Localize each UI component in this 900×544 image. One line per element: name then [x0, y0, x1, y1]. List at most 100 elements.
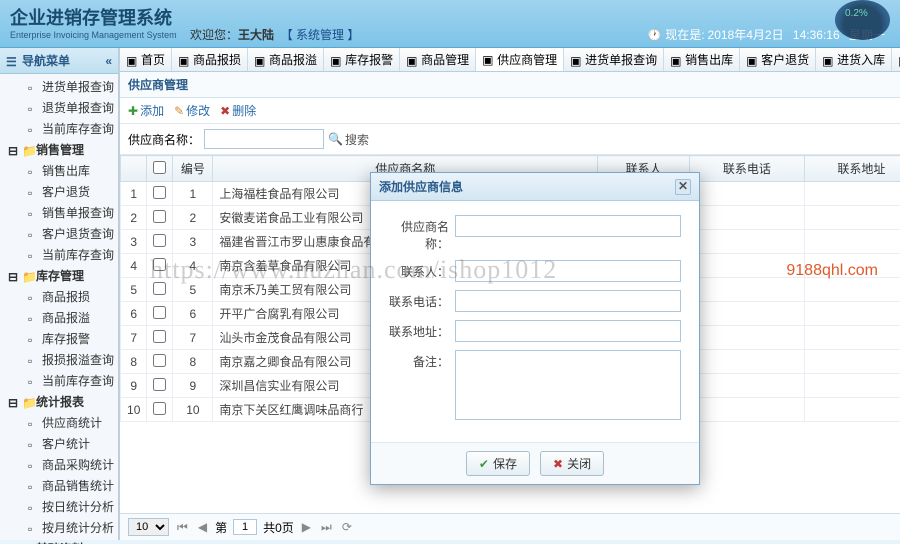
close-button[interactable]: ✖关闭	[540, 451, 604, 476]
pager: 10 ⏮ ◀ 第 共0页 ▶ ⏭ ⟳ 显示1到10,共14记录	[120, 513, 900, 540]
welcome-text: 欢迎您：王大陆 【 系统管理 】	[190, 26, 359, 43]
nav-item[interactable]: ▫客户退货	[0, 181, 118, 202]
tab[interactable]: ▣商品管理	[400, 48, 476, 71]
nav-item[interactable]: ▫库存报警	[0, 328, 118, 349]
dialog-close-button[interactable]: ✕	[675, 179, 691, 195]
item-icon: 📁	[22, 396, 33, 407]
tab[interactable]: ▣首页	[120, 48, 172, 71]
tab[interactable]: ▣进货入库	[816, 48, 892, 71]
row-checkbox[interactable]	[153, 402, 166, 415]
tab[interactable]: ▣库存报警	[324, 48, 400, 71]
tab[interactable]: ▣商品报损	[172, 48, 248, 71]
row-checkbox[interactable]	[153, 258, 166, 271]
field-addr-input[interactable]	[455, 320, 681, 342]
tab[interactable]: ▣商品报溢	[248, 48, 324, 71]
refresh-button[interactable]: ⟳	[340, 520, 354, 534]
field-name-input[interactable]	[455, 215, 681, 237]
field-remark-label: 备注：	[389, 350, 449, 370]
nav-item[interactable]: ▫供应商统计	[0, 412, 118, 433]
nav-item[interactable]: ▫客户统计	[0, 433, 118, 454]
panel-title: 供应商管理	[120, 72, 900, 98]
nav-item[interactable]: ⊟📁销售管理	[0, 139, 118, 160]
page-input[interactable]	[233, 519, 257, 535]
item-icon: ▫	[28, 81, 39, 92]
next-page-button[interactable]: ▶	[300, 520, 313, 534]
add-button[interactable]: ✚添加	[128, 102, 164, 119]
row-checkbox[interactable]	[153, 354, 166, 367]
item-icon: ▫	[28, 480, 39, 491]
select-all-checkbox[interactable]	[153, 161, 166, 174]
nav-item[interactable]: ▫当前库存查询	[0, 244, 118, 265]
column-header[interactable]: 编号	[173, 156, 213, 182]
search-input[interactable]	[204, 129, 324, 149]
column-header[interactable]	[147, 156, 173, 182]
edit-icon: ✎	[174, 104, 184, 118]
tab-icon: ▣	[254, 54, 266, 66]
prev-page-button[interactable]: ◀	[196, 520, 209, 534]
row-checkbox[interactable]	[153, 330, 166, 343]
item-icon: ▫	[28, 354, 39, 365]
nav-item[interactable]: ⊟📁库存管理	[0, 265, 118, 286]
field-remark-input[interactable]	[455, 350, 681, 420]
last-page-button[interactable]: ⏭	[319, 520, 334, 535]
nav-item[interactable]: ⊟📁基础资料	[0, 538, 118, 544]
row-checkbox[interactable]	[153, 186, 166, 199]
toolbar: ✚添加 ✎修改 ✖删除	[120, 98, 900, 124]
nav-item[interactable]: ▫销售出库	[0, 160, 118, 181]
nav-item[interactable]: ▫客户退货查询	[0, 223, 118, 244]
tab-icon: ▣	[406, 54, 418, 66]
nav-item[interactable]: ▫商品报损	[0, 286, 118, 307]
item-icon: ▫	[28, 249, 39, 260]
column-header[interactable]: 联系地址	[804, 156, 900, 182]
item-icon: ▫	[28, 459, 39, 470]
tab[interactable]: ▣退货出库	[892, 48, 900, 71]
row-checkbox[interactable]	[153, 234, 166, 247]
menu-icon: ☰	[6, 55, 18, 67]
nav-item[interactable]: ▫进货单报查询	[0, 76, 118, 97]
row-checkbox[interactable]	[153, 306, 166, 319]
dialog-title-bar[interactable]: 添加供应商信息 ✕	[371, 173, 699, 201]
nav-item[interactable]: ▫按日统计分析	[0, 496, 118, 517]
item-icon: ▫	[28, 438, 39, 449]
column-header[interactable]: 联系电话	[690, 156, 805, 182]
nav-item[interactable]: ▫商品报溢	[0, 307, 118, 328]
tab[interactable]: ▣销售出库	[664, 48, 740, 71]
save-icon: ✔	[479, 457, 489, 471]
nav-item[interactable]: ▫商品销售统计	[0, 475, 118, 496]
nav-item[interactable]: ▫按月统计分析	[0, 517, 118, 538]
item-icon: ▫	[28, 291, 39, 302]
header: 企业进销存管理系统 Enterprise Invoicing Managemen…	[0, 0, 900, 48]
delete-icon: ✖	[220, 104, 230, 118]
tab[interactable]: ▣供应商管理	[476, 48, 564, 72]
search-bar: 供应商名称： 🔍搜索	[120, 124, 900, 155]
nav-item[interactable]: ⊟📁统计报表	[0, 391, 118, 412]
expand-icon: ⊟	[8, 144, 19, 155]
item-icon: ▫	[28, 417, 39, 428]
nav-item[interactable]: ▫报损报溢查询	[0, 349, 118, 370]
item-icon: ▫	[28, 165, 39, 176]
nav-item[interactable]: ▫当前库存查询	[0, 118, 118, 139]
nav-item[interactable]: ▫商品采购统计	[0, 454, 118, 475]
tab[interactable]: ▣客户退货	[740, 48, 816, 71]
first-page-button[interactable]: ⏮	[175, 520, 190, 535]
collapse-icon[interactable]: «	[105, 54, 112, 68]
field-phone-input[interactable]	[455, 290, 681, 312]
nav-item[interactable]: ▫当前库存查询	[0, 370, 118, 391]
save-button[interactable]: ✔保存	[466, 451, 530, 476]
tab-icon: ▣	[746, 54, 758, 66]
search-button[interactable]: 🔍搜索	[328, 131, 369, 148]
row-checkbox[interactable]	[153, 378, 166, 391]
row-checkbox[interactable]	[153, 282, 166, 295]
tab[interactable]: ▣进货单报查询	[564, 48, 664, 71]
page-size-select[interactable]: 10	[128, 518, 169, 536]
field-addr-label: 联系地址：	[389, 320, 449, 340]
field-contact-input[interactable]	[455, 260, 681, 282]
delete-button[interactable]: ✖删除	[220, 102, 256, 119]
system-link[interactable]: 【 系统管理 】	[281, 28, 360, 42]
row-checkbox[interactable]	[153, 210, 166, 223]
nav-item[interactable]: ▫销售单报查询	[0, 202, 118, 223]
tab-icon: ▣	[178, 54, 190, 66]
edit-button[interactable]: ✎修改	[174, 102, 210, 119]
add-supplier-dialog: 添加供应商信息 ✕ 供应商名称： 联系人： 联系电话： 联系地址： 备注： ✔保…	[370, 172, 700, 485]
nav-item[interactable]: ▫退货单报查询	[0, 97, 118, 118]
